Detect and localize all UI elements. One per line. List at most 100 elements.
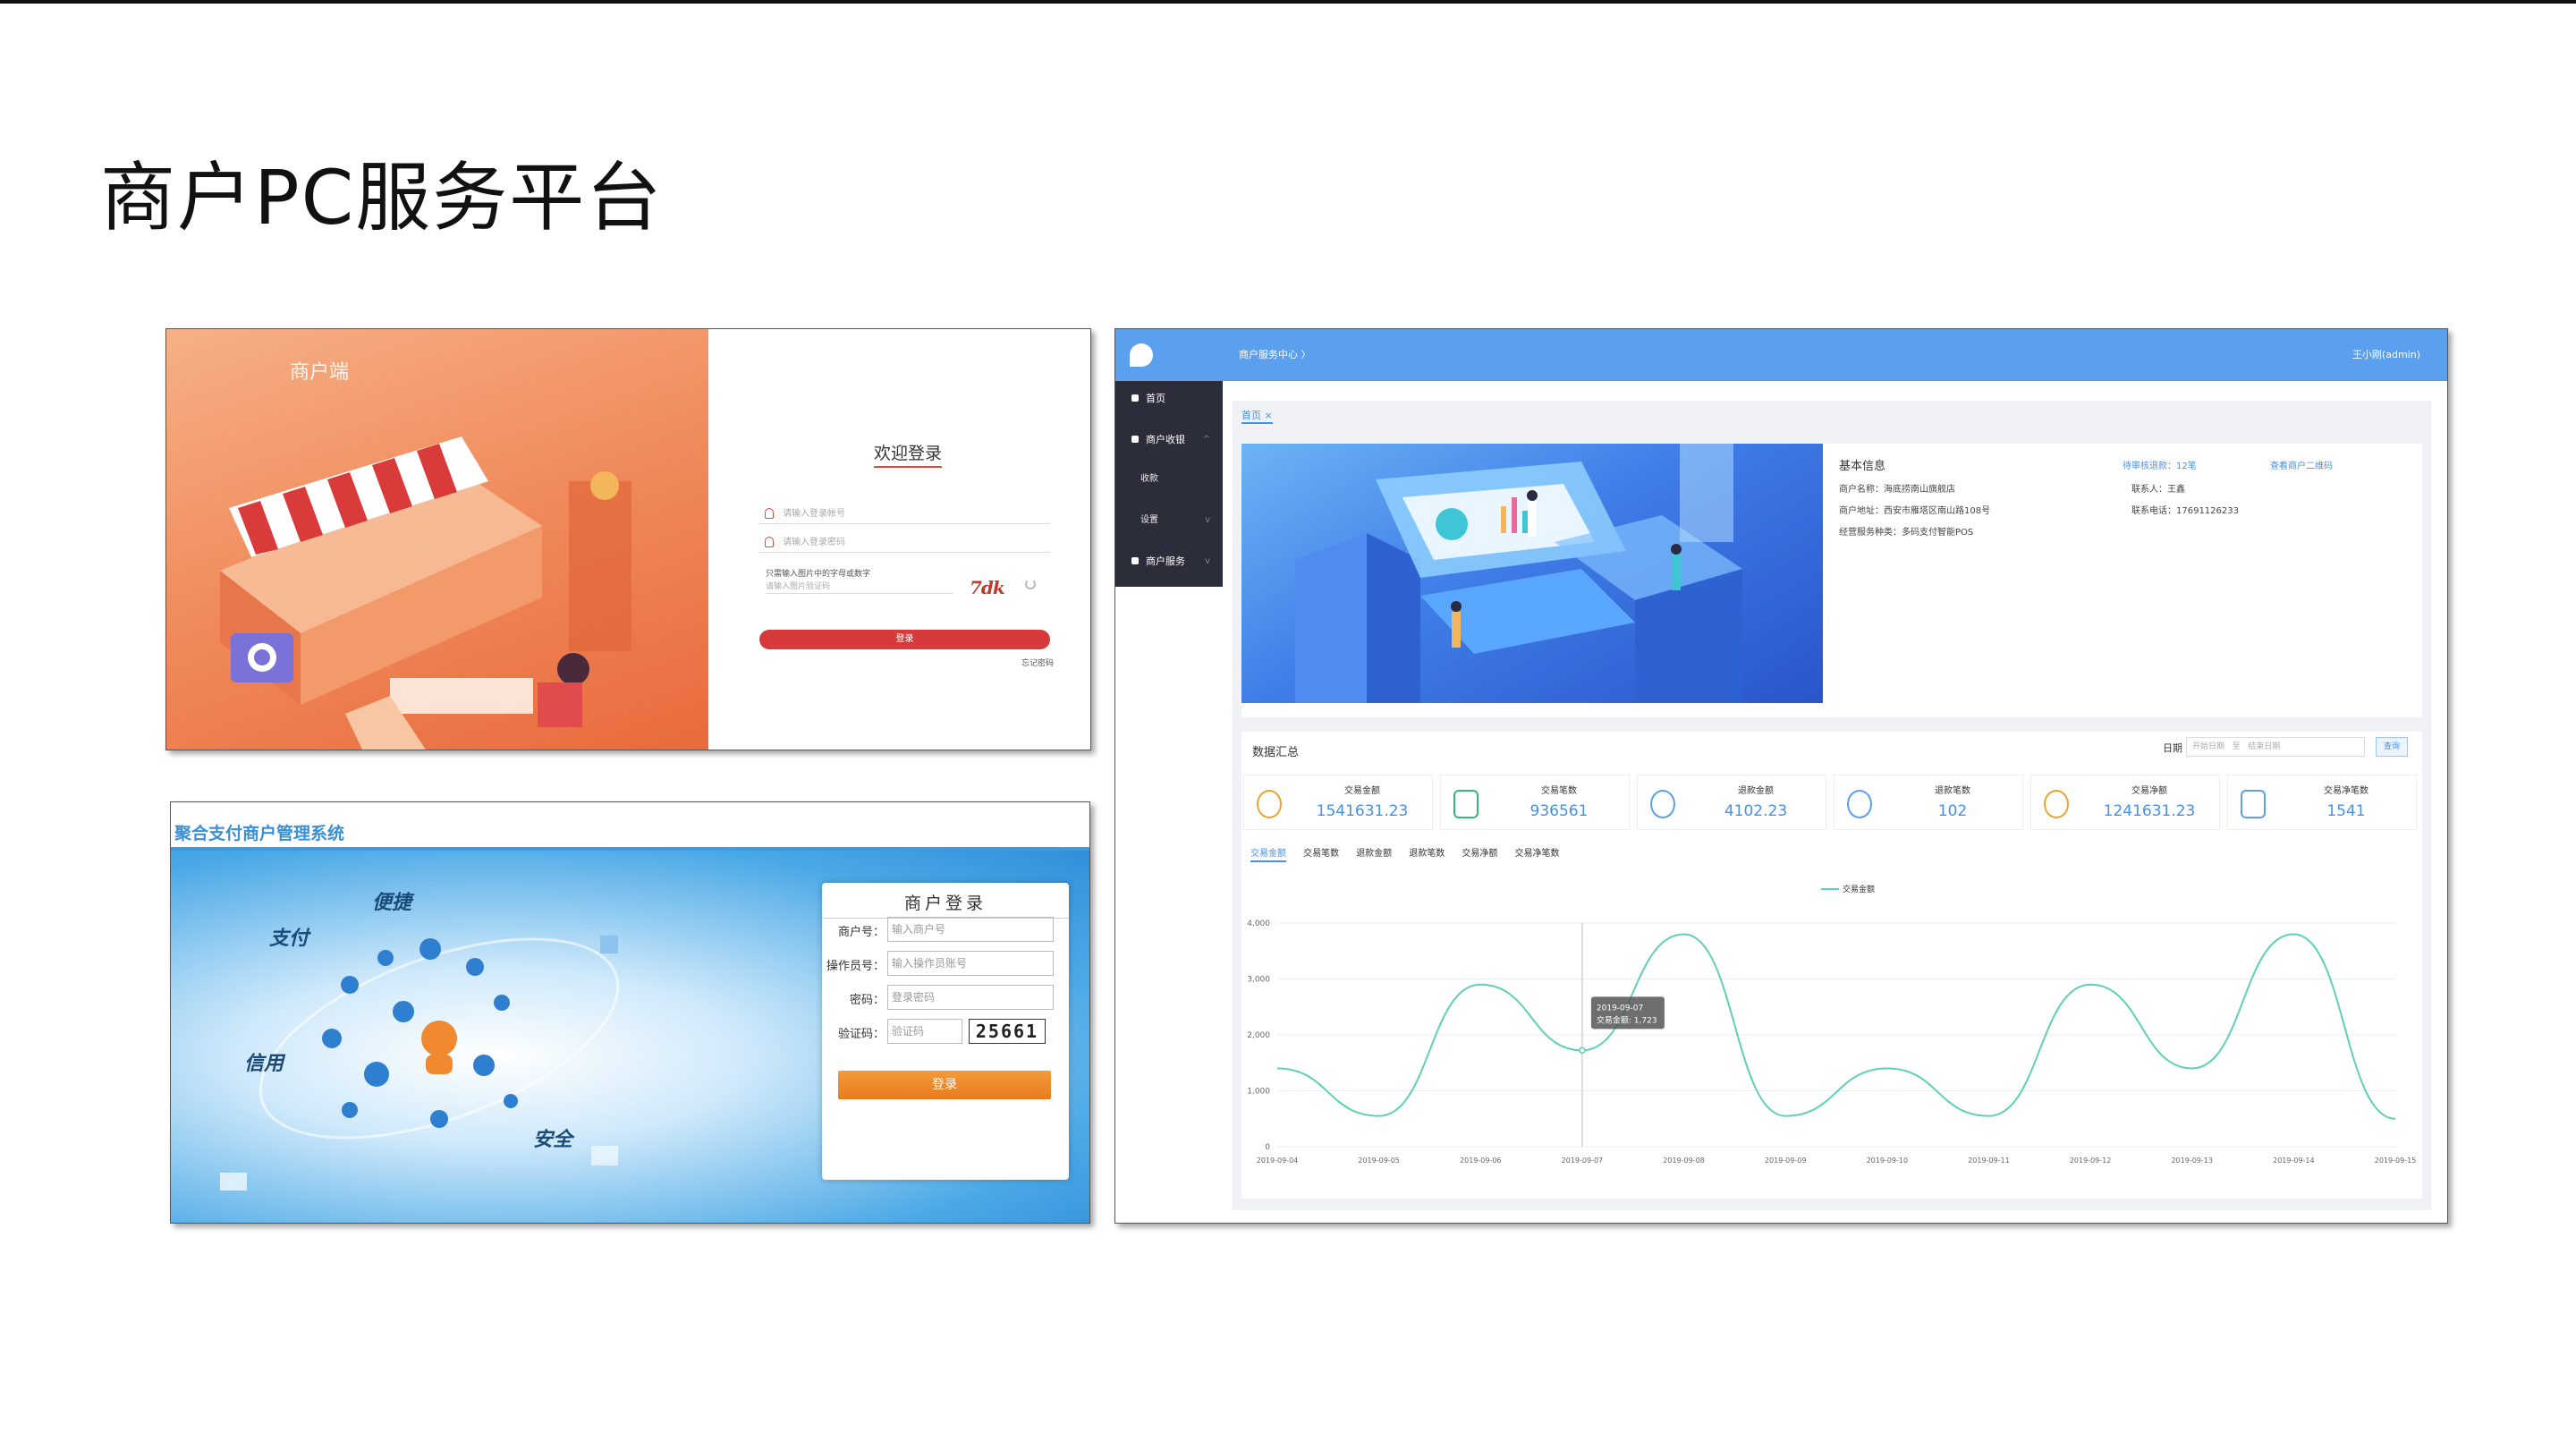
account-input[interactable]: 请输入登录帐号: [759, 504, 1050, 524]
tooltip-value: 交易金额: 1,723: [1597, 1014, 1657, 1025]
data-point-highlight: [1579, 1046, 1586, 1055]
stat-refund-amount: 退款金额 4102.23: [1637, 775, 1826, 830]
operator-input[interactable]: 输入操作员账号: [887, 951, 1054, 976]
tab-net-amount[interactable]: 交易净额: [1462, 849, 1497, 859]
isometric-shop-art: [220, 436, 631, 750]
logo-icon[interactable]: [1130, 343, 1153, 367]
payment-globe-art: [220, 936, 620, 1191]
password-input[interactable]: 请输入登录密码: [759, 533, 1050, 553]
yen-icon: [1847, 790, 1872, 818]
x-tick-label: 2019-09-12: [2070, 1157, 2112, 1165]
sidebar-item-label: 设置: [1140, 515, 1158, 525]
x-tick-label: 2019-09-13: [2171, 1157, 2213, 1165]
stat-label: 交易净额: [2131, 786, 2167, 796]
stat-label: 退款金额: [1738, 786, 1774, 796]
tooltip-date: 2019-09-07: [1597, 1004, 1643, 1013]
stat-value: 1241631.23: [2103, 802, 2196, 820]
tab-trade-count[interactable]: 交易笔数: [1303, 849, 1339, 859]
dollar-icon: [1131, 557, 1139, 564]
sidebar-item-settings[interactable]: 设置 v: [1115, 503, 1223, 538]
user-menu[interactable]: 王小刚(admin): [2352, 347, 2420, 361]
system-title: 聚合支付商户管理系统: [174, 824, 345, 843]
sidebar-item-cashier[interactable]: 商户收银 ^: [1115, 422, 1223, 458]
coins-icon: [2044, 790, 2069, 818]
stat-label: 交易净笔数: [2324, 786, 2368, 796]
sidebar-item-label: 首页: [1146, 393, 1165, 404]
legend-label: 交易金额: [1843, 884, 1875, 894]
tab-trade-amount[interactable]: 交易金额: [1250, 849, 1286, 862]
breadcrumb[interactable]: 商户服务中心 〉: [1239, 347, 1311, 361]
decor-word-payment: 支付: [269, 927, 309, 950]
start-date: 开始日期: [2192, 742, 2225, 751]
tab-refund-amount[interactable]: 退款金额: [1356, 849, 1392, 859]
password-label: 密码：: [849, 994, 885, 1007]
operator-row: 操作员号： 输入操作员账号: [822, 951, 1069, 976]
x-tick-label: 2019-09-09: [1765, 1157, 1807, 1165]
basic-info-title: 基本信息: [1839, 460, 1886, 473]
tab-net-count[interactable]: 交易净笔数: [1514, 849, 1559, 859]
sidebar-item-label: 商户服务: [1146, 555, 1185, 567]
yen-icon: [1650, 790, 1675, 818]
x-tick-label: 2019-09-11: [1968, 1157, 2010, 1165]
stat-net-count: 交易净笔数 1541: [2227, 775, 2417, 830]
stat-trade-amount: 交易金额 1541631.23: [1243, 775, 1433, 830]
merchant-qr-link[interactable]: 查看商户二维码: [2270, 458, 2333, 471]
contact-phone: 联系电话：17691126233: [2131, 506, 2239, 516]
login-button[interactable]: 登录: [759, 630, 1050, 649]
date-sep: 至: [2232, 742, 2241, 751]
forgot-password-link[interactable]: 忘记密码: [1021, 657, 1054, 668]
y-tick-label: 0: [1265, 1143, 1270, 1152]
orange-login-screenshot: 商户端 欢迎登录 请输入登录帐号 请输入登录密码 只需输入图片中的字母或数字 请…: [165, 328, 1091, 750]
date-range-picker[interactable]: 开始日期 至 结束日期: [2186, 737, 2365, 757]
trend-chart-icon: [1453, 790, 1479, 818]
chevron-down-icon: v: [1205, 556, 1210, 566]
stat-label: 退款笔数: [1935, 786, 1970, 796]
sidebar-item-collect[interactable]: 收款: [1115, 462, 1223, 497]
banner-illustration: [1241, 444, 1823, 703]
x-tick-label: 2019-09-15: [2375, 1157, 2417, 1165]
end-date: 结束日期: [2248, 742, 2281, 751]
money-bag-icon: [1257, 790, 1282, 818]
captcha-image[interactable]: 7dk: [970, 577, 1016, 598]
dashboard-screenshot: 商户服务中心 〉 王小刚(admin) 首页 商户收银 ^ 收款 设置 v 商户服务…: [1114, 328, 2448, 1224]
stat-refund-count: 退款笔数 102: [1834, 775, 2023, 830]
stat-trade-count: 交易笔数 936561: [1440, 775, 1630, 830]
refresh-icon[interactable]: [1025, 579, 1036, 589]
service-type: 经营服务种类：多码支付智能POS: [1839, 528, 1974, 538]
summary-title: 数据汇总: [1252, 746, 1300, 759]
password-input[interactable]: 登录密码: [887, 985, 1054, 1010]
merchant-name: 商户名称：海底捞南山旗舰店: [1839, 485, 1955, 495]
x-tick-label: 2019-09-14: [2273, 1157, 2315, 1165]
sidebar: 首页 商户收银 ^ 收款 设置 v 商户服务 v: [1115, 381, 1223, 587]
tab-refund-count[interactable]: 退款笔数: [1409, 849, 1445, 859]
document-icon: [2241, 790, 2266, 818]
query-button[interactable]: 查询: [2376, 737, 2408, 757]
x-tick-label: 2019-09-07: [1562, 1157, 1604, 1165]
sidebar-item-home[interactable]: 首页: [1115, 381, 1223, 417]
captcha-code[interactable]: 25661: [969, 1019, 1046, 1044]
stat-value: 1541631.23: [1316, 802, 1409, 820]
y-tick-label: 3,000: [1247, 976, 1270, 985]
captcha-row: 验证码： 验证码 25661: [822, 1019, 1069, 1044]
tab-home[interactable]: 首页 ×: [1241, 408, 1273, 424]
y-tick-label: 4,000: [1247, 919, 1270, 928]
merchant-no-row: 商户号： 输入商户号: [822, 917, 1069, 942]
captcha-input[interactable]: 请输入图片验证码: [766, 580, 953, 594]
stat-label: 交易笔数: [1541, 786, 1577, 796]
captcha-label: 验证码：: [837, 1028, 885, 1041]
operator-label: 操作员号：: [826, 960, 885, 973]
sidebar-item-label: 商户收银: [1146, 434, 1185, 445]
pending-refund-link[interactable]: 待审核退款：12笔: [2123, 458, 2197, 471]
date-label: 日期: [2163, 742, 2182, 754]
merchant-no-input[interactable]: 输入商户号: [887, 917, 1054, 942]
decor-word-credit: 信用: [244, 1052, 284, 1075]
sidebar-item-service[interactable]: 商户服务 v: [1115, 544, 1223, 580]
decor-word-safe: 安全: [533, 1128, 573, 1151]
login-button[interactable]: 登录: [838, 1071, 1051, 1099]
login-form: 欢迎登录 请输入登录帐号 请输入登录密码 只需输入图片中的字母或数字 请输入图片…: [708, 329, 1090, 750]
x-tick-label: 2019-09-05: [1358, 1157, 1400, 1165]
x-tick-label: 2019-09-10: [1867, 1157, 1909, 1165]
captcha-input[interactable]: 验证码: [887, 1019, 962, 1044]
chart-legend: 交易金额: [1821, 884, 1875, 894]
isometric-office-art: [1295, 444, 1742, 703]
